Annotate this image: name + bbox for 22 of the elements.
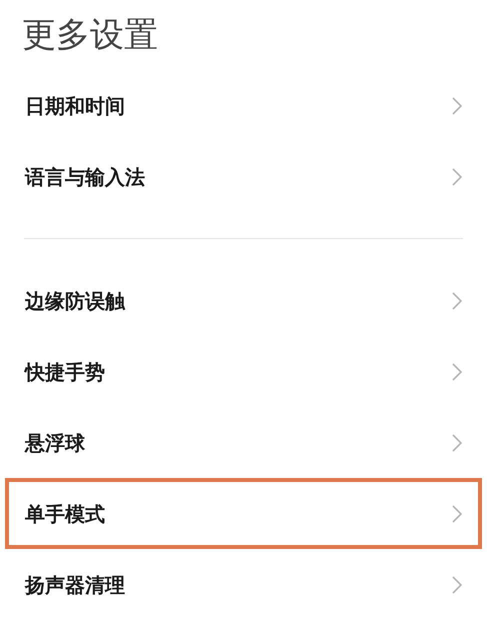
settings-item[interactable]: 扬声器清理: [5, 549, 482, 620]
settings-item[interactable]: 语言与输入法: [5, 141, 482, 212]
chevron-right-icon: [452, 576, 462, 594]
item-label: 单手模式: [25, 500, 105, 528]
item-label: 边缘防误触: [25, 288, 125, 314]
settings-item[interactable]: 悬浮球: [5, 407, 482, 478]
chevron-right-icon: [452, 168, 462, 186]
chevron-right-icon: [452, 434, 462, 452]
item-label: 日期和时间: [25, 92, 125, 120]
page-title: 更多设置: [22, 14, 158, 56]
item-label: 语言与输入法: [25, 164, 145, 190]
chevron-right-icon: [452, 96, 462, 114]
settings-item[interactable]: 快捷手势: [5, 336, 482, 407]
item-label: 扬声器清理: [25, 572, 125, 598]
chevron-right-icon: [452, 504, 462, 522]
item-label: 快捷手势: [25, 358, 105, 386]
chevron-right-icon: [452, 292, 462, 310]
settings-item[interactable]: 单手模式: [5, 478, 482, 549]
item-label: 悬浮球: [25, 430, 85, 456]
chevron-right-icon: [452, 362, 462, 380]
settings-item[interactable]: 边缘防误触: [5, 265, 482, 336]
settings-item[interactable]: 日期和时间: [5, 70, 482, 141]
